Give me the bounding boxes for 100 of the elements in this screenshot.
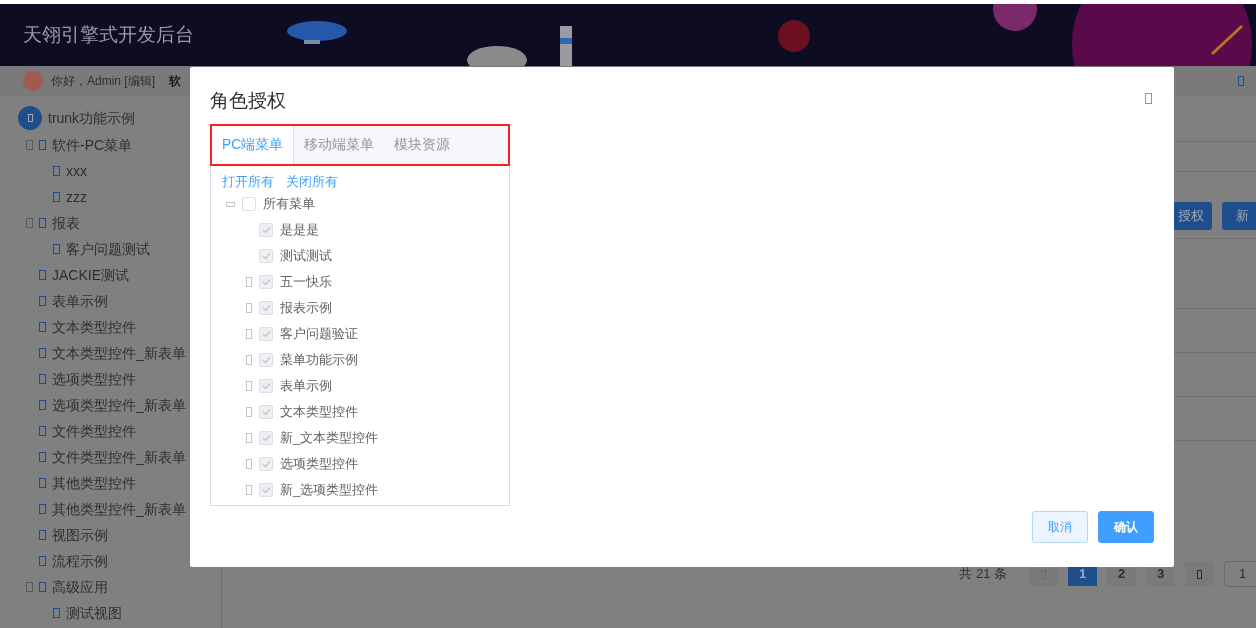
confirm-button[interactable]: 确认 <box>1098 511 1154 543</box>
expand-icon[interactable] <box>246 407 252 417</box>
check-icon <box>261 486 271 494</box>
node-icon <box>53 192 60 202</box>
tree-node[interactable]: 选项类型控件 <box>280 454 358 474</box>
checkbox[interactable] <box>259 327 273 341</box>
checkbox[interactable] <box>259 249 273 263</box>
node-icon <box>39 530 46 540</box>
checkbox[interactable] <box>259 223 273 237</box>
node-icon <box>39 556 46 566</box>
cancel-button[interactable]: 取消 <box>1032 511 1088 543</box>
dialog-title: 角色授权 <box>210 89 286 113</box>
check-icon <box>261 226 271 234</box>
expand-icon[interactable] <box>246 329 252 339</box>
tab[interactable]: PC端菜单 <box>212 125 295 164</box>
node-icon <box>39 400 46 410</box>
node-icon <box>39 296 46 306</box>
expand-icon[interactable] <box>246 459 252 469</box>
tab[interactable]: 模块资源 <box>384 125 461 164</box>
sidebar-item[interactable]: zzz <box>66 186 87 208</box>
sidebar-item[interactable]: 报表 <box>52 212 80 234</box>
sidebar-item[interactable]: 选项类型控件_新表单 <box>52 394 186 416</box>
tree-link[interactable]: 打开所有 <box>222 171 274 191</box>
sidebar-item[interactable]: 流程示例 <box>52 550 108 572</box>
expand-icon[interactable] <box>246 485 252 495</box>
check-icon <box>261 460 271 468</box>
expand-icon[interactable] <box>246 277 252 287</box>
sidebar-item[interactable]: 文本类型控件 <box>52 316 136 338</box>
sidebar-item[interactable]: 其他类型控件_新表单 <box>52 498 186 520</box>
sidebar-item[interactable]: xxx <box>66 160 87 182</box>
sidebar-item[interactable]: 其他类型控件 <box>52 472 136 494</box>
tree-node[interactable]: 所有菜单 <box>263 194 315 214</box>
check-icon <box>261 382 271 390</box>
expand-icon[interactable] <box>246 433 252 443</box>
checkbox[interactable] <box>259 405 273 419</box>
tree-node[interactable]: 五一快乐 <box>280 272 332 292</box>
checkbox[interactable] <box>242 197 256 211</box>
sidebar-item[interactable]: 测试视图 <box>66 602 122 624</box>
check-icon <box>261 330 271 338</box>
collapse-icon[interactable] <box>226 201 235 207</box>
sidebar-item[interactable]: 文件类型控件_新表单 <box>52 446 186 468</box>
node-icon <box>39 322 46 332</box>
sidebar-root[interactable]: trunk功能示例 <box>48 107 136 129</box>
next-page-button[interactable] <box>1185 562 1214 586</box>
checkbox[interactable] <box>259 457 273 471</box>
expander-icon <box>26 140 33 150</box>
tree-node[interactable]: 新_选项类型控件 <box>280 480 379 500</box>
node-icon <box>39 426 46 436</box>
tree-node[interactable]: 文本类型控件 <box>280 402 358 422</box>
sidebar-item[interactable]: 视图示例 <box>52 524 108 546</box>
tab[interactable]: 移动端菜单 <box>294 125 385 164</box>
sidebar-item[interactable]: 高级应用 <box>52 576 108 598</box>
checkbox[interactable] <box>259 483 273 497</box>
node-icon <box>39 140 46 150</box>
sidebar-item[interactable]: JACKIE测试 <box>52 264 129 286</box>
greeting-text: 你好，Admin [编辑] <box>51 73 155 90</box>
tree-node[interactable]: 菜单功能示例 <box>280 350 358 370</box>
sidebar-item[interactable]: 选项类型控件 <box>52 368 136 390</box>
node-icon <box>53 166 60 176</box>
expand-icon[interactable] <box>246 355 252 365</box>
expander-icon <box>26 582 33 592</box>
check-icon <box>261 278 271 286</box>
toolbar-button[interactable]: 新 <box>1222 202 1256 230</box>
checkbox[interactable] <box>259 431 273 445</box>
tree-link[interactable]: 关闭所有 <box>286 171 338 191</box>
node-icon <box>53 244 60 254</box>
expand-icon[interactable] <box>246 303 252 313</box>
menu-label[interactable]: 软 <box>169 72 181 90</box>
total-count: 共 21 条 <box>959 565 1007 584</box>
expand-icon[interactable] <box>246 381 252 391</box>
expander-icon <box>26 218 33 228</box>
tree-node[interactable]: 是是是 <box>280 220 319 240</box>
node-icon <box>39 348 46 358</box>
checkbox[interactable] <box>259 275 273 289</box>
node-icon <box>39 582 46 592</box>
node-icon <box>39 218 46 228</box>
sidebar-item[interactable]: 客户问题测试 <box>66 238 150 260</box>
sidebar-item[interactable]: 文件类型控件 <box>52 420 136 442</box>
tree-node[interactable]: 测试测试 <box>280 246 332 266</box>
node-icon <box>39 374 46 384</box>
sidebar-item[interactable]: 文本类型控件_新表单 <box>52 342 186 364</box>
checkbox[interactable] <box>259 353 273 367</box>
sidebar-item[interactable]: 软件-PC菜单 <box>52 134 133 156</box>
node-icon <box>53 608 60 618</box>
page-size-field[interactable]: 1 <box>1224 561 1256 587</box>
node-icon <box>39 270 46 280</box>
node-icon <box>39 504 46 514</box>
checkbox[interactable] <box>259 379 273 393</box>
check-icon <box>261 252 271 260</box>
tree-node[interactable]: 表单示例 <box>280 376 332 396</box>
check-icon <box>261 408 271 416</box>
node-icon <box>39 452 46 462</box>
sidebar-item[interactable]: 表单示例 <box>52 290 108 312</box>
app-title: 天翎引擎式开发后台 <box>23 22 194 47</box>
checkbox[interactable] <box>259 301 273 315</box>
avatar-icon <box>23 71 43 91</box>
node-icon <box>39 478 46 488</box>
tree-node[interactable]: 新_文本类型控件 <box>280 428 379 448</box>
tree-node[interactable]: 报表示例 <box>280 298 332 318</box>
tree-node[interactable]: 客户问题验证 <box>280 324 358 344</box>
